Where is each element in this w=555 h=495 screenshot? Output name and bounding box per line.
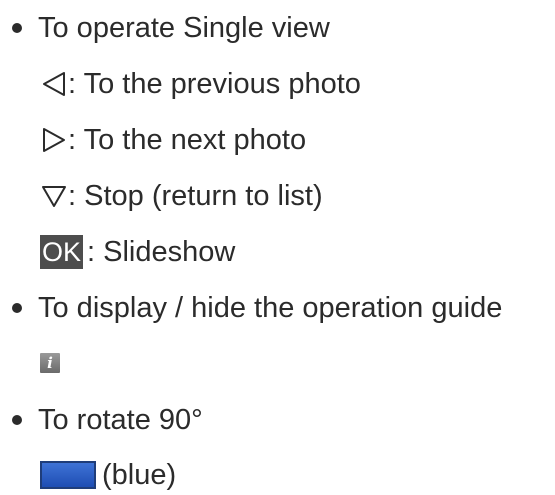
left-triangle-icon — [40, 70, 68, 98]
previous-photo-label: : To the previous photo — [68, 67, 361, 100]
ok-key: OK — [40, 235, 84, 269]
section-heading: To operate Single view — [38, 11, 330, 44]
section-heading: To rotate 90° — [38, 403, 203, 436]
slideshow-label: : Slideshow — [87, 235, 236, 268]
stop-label: : Stop (return to list) — [68, 179, 323, 212]
slideshow-row: OK : Slideshow — [40, 232, 235, 272]
blue-label: (blue) — [102, 458, 177, 491]
info-icon: i — [40, 353, 60, 373]
rotate-row: (blue) — [40, 455, 176, 495]
next-photo-row: : To the next photo — [40, 120, 306, 160]
section-heading: To display / hide the operation guide — [38, 291, 503, 324]
stop-row: : Stop (return to list) — [40, 176, 323, 216]
down-triangle-icon — [40, 182, 68, 210]
blue-button-icon — [40, 461, 96, 489]
bullet-icon — [12, 23, 22, 33]
previous-photo-row: : To the previous photo — [40, 64, 361, 104]
right-triangle-icon — [40, 126, 68, 154]
bullet-icon — [12, 415, 22, 425]
next-photo-label: : To the next photo — [68, 123, 307, 156]
bullet-icon — [12, 303, 22, 313]
